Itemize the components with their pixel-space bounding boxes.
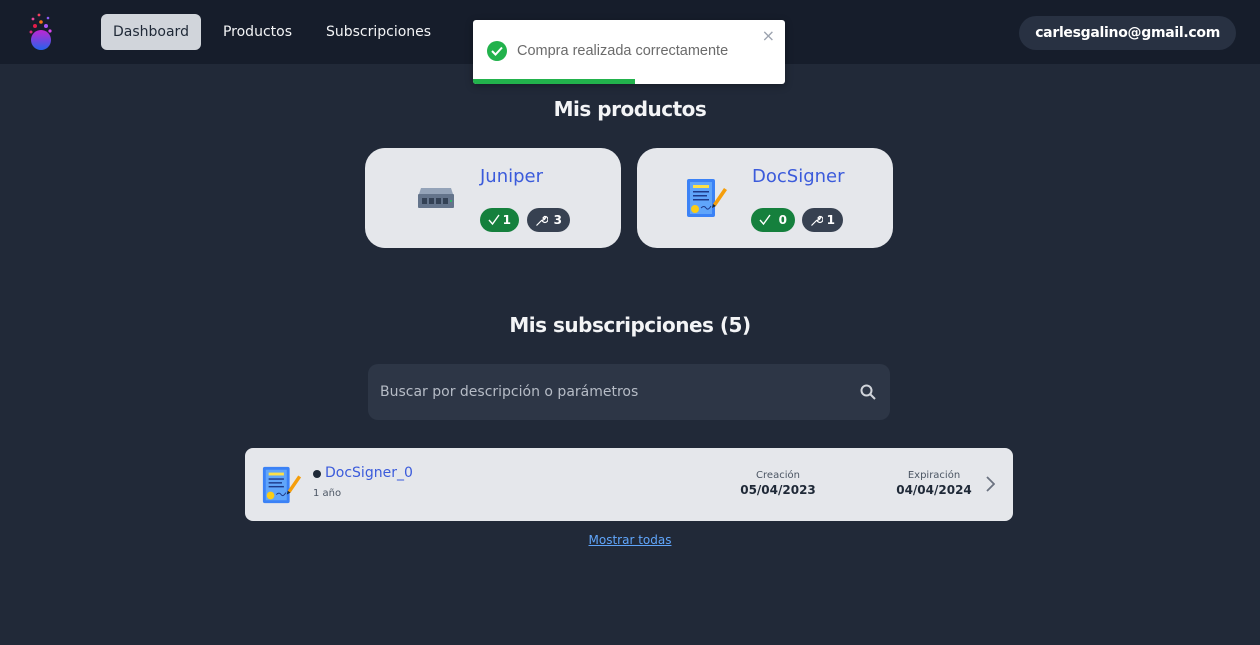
tools-count-badge: 3 — [527, 208, 570, 232]
subscription-duration: 1 año — [313, 488, 342, 499]
search-bar — [368, 364, 890, 420]
signed-document-icon — [261, 464, 303, 510]
nav-productos[interactable]: Productos — [211, 14, 304, 50]
nav-dashboard[interactable]: Dashboard — [101, 14, 201, 50]
expiry-date-column: Expiración 04/04/2024 — [884, 470, 984, 497]
product-name[interactable]: Juniper — [480, 166, 543, 187]
active-count-badge: 0 — [751, 208, 795, 232]
status-indicator — [313, 470, 321, 478]
main-nav: Dashboard Productos Subscripciones — [101, 14, 447, 50]
show-all-link[interactable]: Mostrar todas — [0, 533, 1260, 547]
active-count-badge: 1 — [480, 208, 519, 232]
created-date: 05/04/2023 — [740, 483, 816, 497]
product-card-juniper[interactable]: Juniper 1 3 — [365, 148, 621, 248]
wrench-icon — [536, 215, 548, 226]
app-logo-icon[interactable] — [26, 10, 56, 52]
toast-progress-bar — [473, 79, 636, 84]
wrench-icon — [811, 215, 823, 226]
toast-message: Compra realizada correctamente — [517, 43, 729, 59]
product-name[interactable]: DocSigner — [752, 166, 845, 187]
subscriptions-section-title: Mis subscripciones (5) — [509, 313, 751, 337]
signed-document-icon — [685, 176, 729, 224]
subscription-name[interactable]: DocSigner_0 — [325, 465, 413, 481]
products-section-title: Mis productos — [553, 97, 707, 121]
subscription-row[interactable]: DocSigner_0 1 año Creación 05/04/2023 Ex… — [245, 448, 1013, 521]
check-icon — [759, 214, 771, 226]
expiry-label: Expiración — [907, 470, 961, 481]
close-icon[interactable]: × — [762, 26, 775, 45]
check-icon — [488, 214, 500, 226]
created-label: Creación — [756, 470, 800, 481]
search-input[interactable] — [368, 364, 838, 420]
tools-count-badge: 1 — [802, 208, 843, 232]
check-circle-icon — [487, 41, 507, 61]
product-card-docsigner[interactable]: DocSigner 0 1 — [637, 148, 893, 248]
nav-subscripciones[interactable]: Subscripciones — [314, 14, 443, 50]
success-toast: Compra realizada correctamente × — [473, 20, 785, 84]
network-switch-icon — [417, 184, 455, 216]
search-icon[interactable] — [860, 384, 876, 400]
expiry-date: 04/04/2024 — [896, 483, 972, 497]
user-account-button[interactable]: carlesgalino@gmail.com — [1019, 16, 1236, 50]
created-date-column: Creación 05/04/2023 — [728, 470, 828, 497]
chevron-right-icon[interactable] — [985, 476, 995, 492]
